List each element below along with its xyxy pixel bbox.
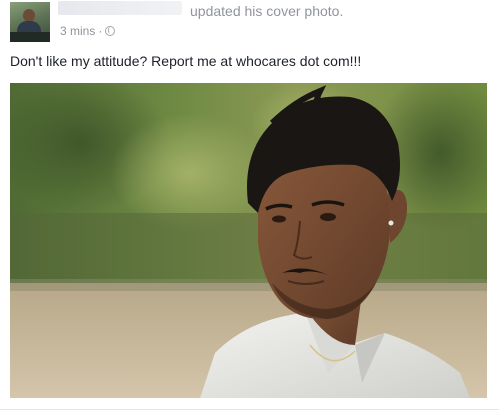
author-avatar[interactable] <box>10 2 50 42</box>
post-timestamp[interactable]: 3 mins <box>60 24 95 38</box>
avatar-bike <box>10 32 50 42</box>
cover-photo-image <box>10 83 487 398</box>
author-name-redacted[interactable] <box>58 1 182 15</box>
post-status-text: Don't like my attitude? Report me at who… <box>10 53 362 69</box>
post-divider <box>0 409 499 410</box>
meta-separator: · <box>98 24 103 38</box>
post-action-text: updated his cover photo. <box>190 3 344 19</box>
globe-icon[interactable] <box>105 26 116 36</box>
post-meta: 3 mins · <box>60 24 116 38</box>
cover-photo[interactable] <box>10 83 487 398</box>
feed-post: updated his cover photo. 3 mins · Don't … <box>0 0 499 417</box>
